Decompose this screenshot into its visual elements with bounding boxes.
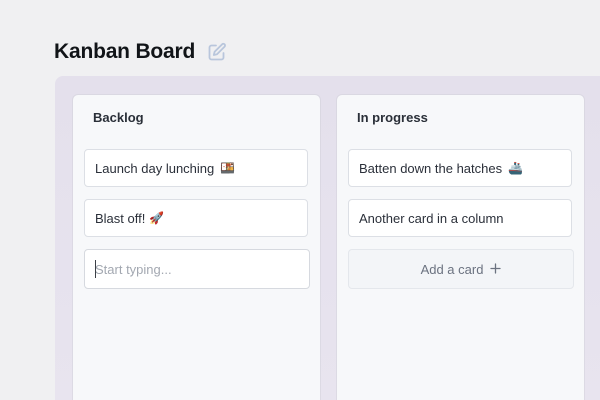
- rocket-icon: 🚀: [149, 211, 165, 225]
- add-card-label: Add a card: [420, 261, 484, 277]
- text-caret: [95, 260, 96, 278]
- column-backlog: Backlog Launch day lunching 🍱 Blast off!…: [73, 95, 320, 400]
- card-blast-off[interactable]: Blast off! 🚀: [84, 199, 308, 237]
- add-card-button[interactable]: Add a card: [348, 249, 574, 289]
- new-card-input[interactable]: [84, 249, 310, 289]
- card-launch-day-lunching[interactable]: Launch day lunching 🍱: [84, 149, 308, 187]
- edit-pencil-icon[interactable]: [207, 42, 227, 62]
- plus-icon-graphic: [490, 262, 502, 274]
- kanban-page: Kanban Board Backlog Launch day lunching…: [0, 0, 600, 400]
- bento-box-icon: 🍱: [220, 161, 236, 175]
- card-batten-down-the-hatches[interactable]: Batten down the hatches 🚢: [348, 149, 572, 187]
- card-text: Blast off!: [95, 210, 146, 226]
- board-header: Kanban Board: [54, 38, 227, 66]
- edit-pencil-icon-graphic: [208, 42, 227, 61]
- column-title: In progress: [357, 110, 428, 125]
- card-another-card[interactable]: Another card in a column: [348, 199, 572, 237]
- ship-icon: 🚢: [508, 161, 524, 175]
- column-in-progress: In progress Batten down the hatches 🚢 An…: [337, 95, 584, 400]
- card-text: Launch day lunching: [95, 160, 215, 176]
- card-text: Another card in a column: [359, 210, 504, 226]
- card-text: Batten down the hatches: [359, 160, 503, 176]
- column-title: Backlog: [93, 110, 144, 125]
- plus-icon: [490, 261, 502, 278]
- board-title: Kanban Board: [54, 40, 196, 63]
